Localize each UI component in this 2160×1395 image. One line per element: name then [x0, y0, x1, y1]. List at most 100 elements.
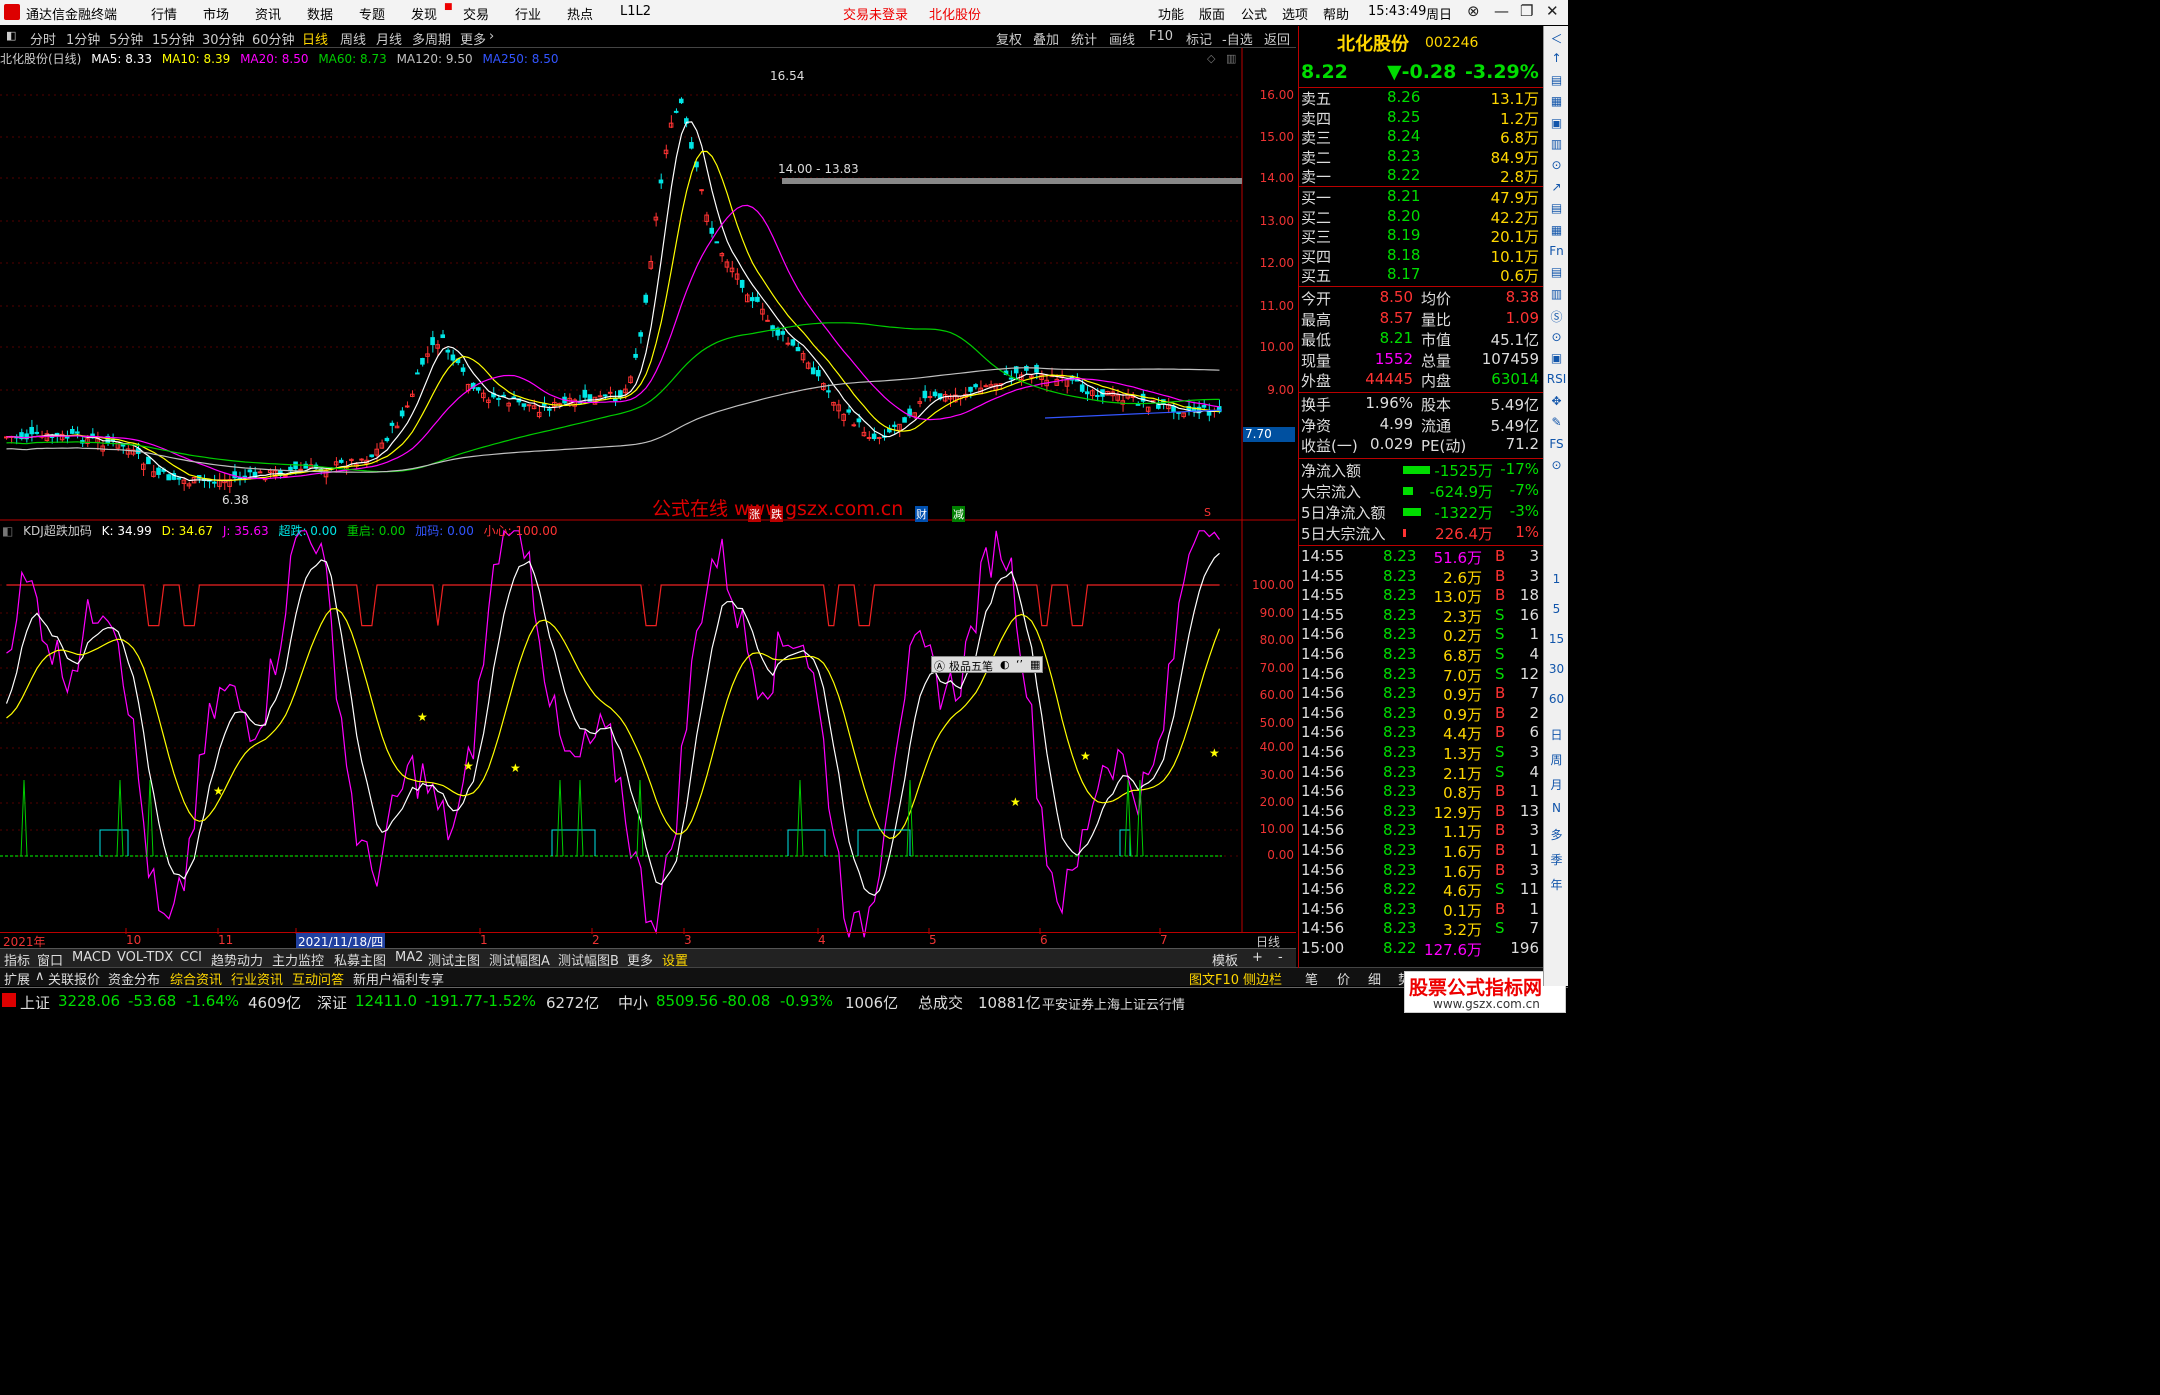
- sidebar-tool-icon[interactable]: ✎: [1546, 415, 1567, 429]
- sidebar-tool-icon[interactable]: ↗: [1546, 180, 1567, 194]
- btn-overlay[interactable]: 叠加: [1033, 29, 1059, 48]
- menu-item-market[interactable]: 市场: [203, 4, 229, 23]
- ime-keyboard-icon[interactable]: ▦: [1030, 658, 1040, 671]
- sidebar-tool-icon[interactable]: RSI: [1546, 372, 1567, 386]
- ime-moon-icon[interactable]: ◐: [1000, 658, 1010, 671]
- sidebar-tool-icon[interactable]: Fn: [1546, 244, 1567, 258]
- sidebar-tool-icon[interactable]: ⊙: [1546, 330, 1567, 344]
- chevron-right-icon[interactable]: ›: [489, 29, 494, 44]
- tab-macd[interactable]: MACD: [72, 950, 111, 965]
- sz-label[interactable]: 深证: [317, 992, 347, 1013]
- sidebar-tool-icon[interactable]: ▣: [1546, 351, 1567, 365]
- sidebar-tool-icon[interactable]: ▥: [1546, 287, 1567, 301]
- menu-item-data[interactable]: 数据: [307, 4, 333, 23]
- close-icon[interactable]: ✕: [1546, 2, 1559, 20]
- period-1min[interactable]: 1分钟: [66, 29, 100, 48]
- tab-expand[interactable]: 扩展: [4, 969, 30, 988]
- sidebar-period[interactable]: 年: [1546, 876, 1567, 893]
- tab-sidebar[interactable]: 侧边栏: [1243, 969, 1282, 988]
- period-30min[interactable]: 30分钟: [202, 29, 245, 48]
- sidebar-period[interactable]: 季: [1546, 851, 1567, 868]
- sidebar-tool-icon[interactable]: ▤: [1546, 265, 1567, 279]
- minimize-icon[interactable]: —: [1494, 2, 1509, 20]
- sidebar-period[interactable]: 多: [1546, 826, 1567, 843]
- sidebar-tool-icon[interactable]: ↑: [1546, 51, 1567, 65]
- tab-industry-news[interactable]: 行业资讯: [231, 969, 283, 988]
- menu-item-trade[interactable]: 交易: [463, 4, 489, 23]
- sidebar-tool-icon[interactable]: ▤: [1546, 201, 1567, 215]
- sidebar-tool-icon[interactable]: Ⓢ: [1546, 308, 1567, 325]
- tab-ma2[interactable]: MA2: [395, 950, 423, 965]
- tab-newuser[interactable]: 新用户福利专享: [353, 969, 444, 988]
- add-button[interactable]: +: [1252, 950, 1263, 965]
- sidebar-tool-icon[interactable]: ▦: [1546, 94, 1567, 108]
- panel-scroll-icon[interactable]: ▥: [1226, 52, 1236, 65]
- sidebar-period[interactable]: N: [1546, 801, 1567, 815]
- sidebar-minute-period[interactable]: 1: [1546, 572, 1567, 586]
- tab-price[interactable]: 价: [1337, 969, 1350, 988]
- sidebar-period[interactable]: 日: [1546, 726, 1567, 743]
- btn-f10[interactable]: F10: [1149, 29, 1173, 44]
- menu-layout[interactable]: 版面: [1199, 4, 1225, 23]
- tab-funds[interactable]: 资金分布: [108, 969, 160, 988]
- sidebar-tool-icon[interactable]: ⊙: [1546, 158, 1567, 172]
- tab-f10[interactable]: 图文F10: [1189, 969, 1239, 988]
- sidebar-tool-icon[interactable]: ▦: [1546, 223, 1567, 237]
- diamond-icon[interactable]: ◇: [1207, 52, 1215, 65]
- period-15min[interactable]: 15分钟: [152, 29, 195, 48]
- tab-vol[interactable]: VOL-TDX: [117, 950, 173, 965]
- sidebar-minute-period[interactable]: 15: [1546, 632, 1567, 646]
- menu-help[interactable]: 帮助: [1323, 4, 1349, 23]
- zx-label[interactable]: 中小: [618, 992, 648, 1013]
- tab-detail[interactable]: 细: [1368, 969, 1381, 988]
- sidebar-period[interactable]: 月: [1546, 776, 1567, 793]
- ime-toolbar[interactable]: Ⓐ 极品五笔 ◐ ‘’ ▦: [931, 656, 1043, 673]
- menu-item-discover[interactable]: 发现: [411, 4, 437, 23]
- period-more[interactable]: 更多: [460, 29, 486, 48]
- login-status[interactable]: 交易未登录: [843, 4, 908, 23]
- expand-icon[interactable]: ◧: [2, 524, 13, 538]
- sidebar-minute-period[interactable]: 30: [1546, 662, 1567, 676]
- period-5min[interactable]: 5分钟: [109, 29, 143, 48]
- btn-back[interactable]: 返回: [1264, 29, 1290, 48]
- btn-fuquan[interactable]: 复权: [996, 29, 1022, 48]
- period-60min[interactable]: 60分钟: [252, 29, 295, 48]
- tab-bi[interactable]: 笔: [1305, 969, 1318, 988]
- tab-news[interactable]: 综合资讯: [170, 969, 222, 988]
- sidebar-tool-icon[interactable]: ✥: [1546, 394, 1567, 408]
- sidebar-tool-icon[interactable]: FS: [1546, 437, 1567, 451]
- remove-button[interactable]: -: [1278, 950, 1283, 965]
- close-small-icon[interactable]: ⊗: [1467, 2, 1480, 20]
- kdj-name[interactable]: KDJ超跌加码: [23, 524, 92, 538]
- sidebar-tool-icon[interactable]: ⊙: [1546, 458, 1567, 472]
- menu-item-topic[interactable]: 专题: [359, 4, 385, 23]
- period-multi[interactable]: 多周期: [412, 29, 451, 48]
- sidebar-tool-icon[interactable]: ▣: [1546, 116, 1567, 130]
- btn-draw[interactable]: 画线: [1109, 29, 1135, 48]
- sidebar-tool-icon[interactable]: ＜: [1546, 30, 1567, 47]
- menu-options[interactable]: 选项: [1282, 4, 1308, 23]
- period-week[interactable]: 周线: [340, 29, 366, 48]
- menu-formula[interactable]: 公式: [1241, 4, 1267, 23]
- sidebar-tool-icon[interactable]: ▥: [1546, 137, 1567, 151]
- period-minute[interactable]: 分时: [30, 29, 56, 48]
- menu-item-hq[interactable]: 行情: [151, 4, 177, 23]
- sidebar-minute-period[interactable]: 60: [1546, 692, 1567, 706]
- sidebar-minute-period[interactable]: 5: [1546, 602, 1567, 616]
- sidebar-tool-icon[interactable]: ▤: [1546, 73, 1567, 87]
- period-month[interactable]: 月线: [376, 29, 402, 48]
- server-name[interactable]: 平安证券上海上证云行情: [1042, 994, 1185, 1013]
- expand-up-icon[interactable]: ∧: [35, 969, 45, 984]
- restore-icon[interactable]: ❐: [1520, 2, 1533, 20]
- btn-remove-fav[interactable]: -自选: [1222, 29, 1253, 48]
- ime-punct-icon[interactable]: ‘’: [1016, 658, 1023, 671]
- panel-toggle-icon[interactable]: ◧: [6, 29, 16, 42]
- tab-cci[interactable]: CCI: [180, 950, 202, 965]
- menu-item-industry[interactable]: 行业: [515, 4, 541, 23]
- tab-related[interactable]: 关联报价: [48, 969, 100, 988]
- menu-func[interactable]: 功能: [1158, 4, 1184, 23]
- kline-chart[interactable]: ★ ★ ★ ★ ★ ★ ★: [0, 48, 1296, 950]
- period-day[interactable]: 日线: [302, 29, 328, 48]
- menu-item-news[interactable]: 资讯: [255, 4, 281, 23]
- sidebar-period[interactable]: 周: [1546, 751, 1567, 768]
